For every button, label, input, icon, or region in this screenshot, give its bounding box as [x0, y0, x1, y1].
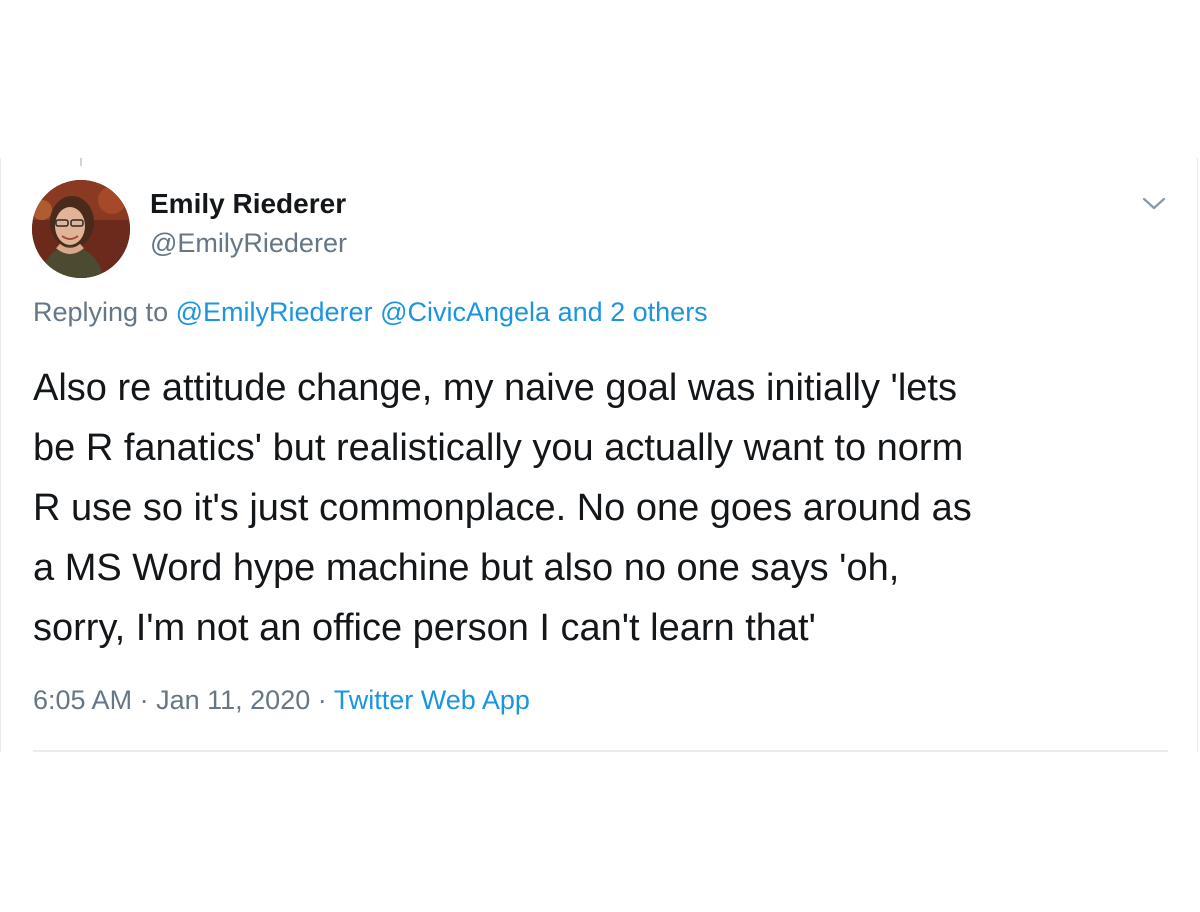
card-border-left: [0, 158, 1, 752]
author-display-name[interactable]: Emily Riederer: [150, 188, 346, 220]
tweet-time[interactable]: 6:05 AM: [33, 685, 132, 715]
divider: [33, 750, 1168, 752]
tweet-date[interactable]: Jan 11, 2020: [156, 685, 310, 715]
tweet-text-line: be R fanatics' but realistically you act…: [33, 427, 964, 469]
separator: ·: [317, 685, 327, 715]
tweet-source-link[interactable]: Twitter Web App: [334, 685, 530, 715]
card-border-right: [1197, 158, 1198, 752]
tweet-text-line: sorry, I'm not an office person I can't …: [33, 607, 816, 649]
others-link[interactable]: and 2 others: [558, 297, 708, 327]
thread-line: [80, 158, 82, 166]
replying-to: Replying to @EmilyRiederer @CivicAngela …: [33, 297, 708, 328]
tweet-card: Emily Riederer @EmilyRiederer Replying t…: [0, 158, 1200, 758]
tweet-text-line: Also re attitude change, my naive goal w…: [33, 367, 957, 409]
chevron-down-icon[interactable]: [1140, 192, 1168, 216]
avatar-photo: [32, 180, 130, 278]
tweet-text: Also re attitude change, my naive goal w…: [33, 358, 1173, 658]
avatar[interactable]: [32, 180, 130, 278]
tweet-text-line: R use so it's just commonplace. No one g…: [33, 487, 972, 529]
separator: ·: [139, 685, 149, 715]
mention-link[interactable]: @EmilyRiederer: [176, 297, 373, 327]
tweet-text-line: a MS Word hype machine but also no one s…: [33, 547, 900, 589]
author-handle[interactable]: @EmilyRiederer: [150, 228, 347, 259]
mention-link[interactable]: @CivicAngela: [380, 297, 550, 327]
tweet-metadata: 6:05 AM · Jan 11, 2020 · Twitter Web App: [33, 685, 530, 716]
replying-to-prefix: Replying to: [33, 297, 169, 327]
